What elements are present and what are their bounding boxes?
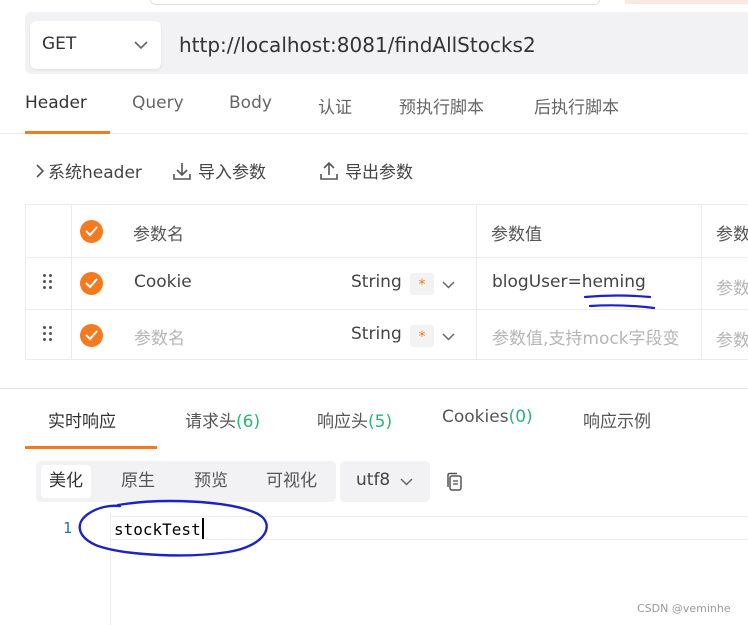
code-text: stockTest [114,520,201,539]
system-header-toggle[interactable]: 系统header [34,158,142,183]
line-number: 1 [63,519,73,537]
encoding-value: utf8 [356,470,391,490]
table-row: Cookie String * blogUser=heming 参数 [26,257,748,309]
current-line-highlight [111,516,748,540]
check-icon [85,278,98,289]
chevron-down-icon[interactable] [442,281,455,289]
cookies-count: (0) [508,407,533,427]
chevron-right-icon [36,163,45,178]
import-params-label: 导入参数 [198,163,266,183]
active-tab-indicator [25,131,110,134]
line-number-gutter: 1 [25,513,111,625]
tab-auth[interactable]: 认证 [318,93,352,118]
watermark: CSDN @veminhe [637,602,731,615]
tab-body[interactable]: Body [229,93,272,113]
select-all-checkbox[interactable] [80,220,103,243]
chevron-down-icon [134,41,148,50]
table-row: 参数名 String * 参数值,支持mock字段变 参数 [26,309,748,361]
table-header-row: 参数名 参数值 参数 [26,205,748,257]
row-enabled-checkbox[interactable] [80,272,103,295]
tab-header[interactable]: Header [25,93,87,113]
active-tab-indicator [25,446,157,449]
header-params-table: 参数名 参数值 参数 Cookie String * blogUser=hemi… [25,204,748,360]
required-marker[interactable]: * [410,273,434,295]
param-value-input[interactable]: blogUser=heming [492,272,646,292]
tab-request-headers[interactable]: 请求头(6) [185,407,260,432]
response-headers-count: (5) [368,412,393,432]
section-divider [0,388,748,389]
format-pretty-button[interactable]: 美化 [41,465,91,498]
method-value: GET [42,34,77,54]
param-value-input[interactable]: 参数值,支持mock字段变 [492,324,680,349]
chevron-down-icon[interactable] [442,333,455,341]
tab-response-headers-label: 响应头 [317,412,368,432]
upload-icon [320,161,338,180]
col-header-value: 参数值 [491,225,542,245]
required-marker[interactable]: * [410,325,434,347]
download-icon [173,162,191,180]
text-caret [201,518,204,539]
tab-request-headers-label: 请求头 [185,412,236,432]
encoding-select[interactable]: utf8 [340,461,430,502]
export-params-label: 导出参数 [345,163,413,183]
system-header-label: 系统header [48,163,142,183]
param-type-select[interactable]: String [351,324,402,344]
chevron-down-icon [400,478,413,486]
top-panel-edge [150,0,600,5]
method-select[interactable]: GET [30,21,161,69]
url-input[interactable]: http://localhost:8081/findAllStocks2 [179,33,536,57]
copy-icon[interactable] [445,472,465,492]
param-extra-input[interactable]: 参数 [716,274,748,299]
tab-cookies[interactable]: Cookies(0) [442,407,533,427]
tab-query[interactable]: Query [132,93,184,113]
param-extra-input[interactable]: 参数 [716,326,748,351]
format-raw-button[interactable]: 原生 [113,465,163,498]
tab-pre-script[interactable]: 预执行脚本 [399,93,484,118]
check-icon [85,330,98,341]
col-header-name: 参数名 [133,225,184,245]
tab-realtime-response[interactable]: 实时响应 [48,407,116,432]
request-tabs: Header Query Body 认证 预执行脚本 后执行脚本 [0,88,748,134]
param-type-select[interactable]: String [351,272,402,292]
param-name-input[interactable]: Cookie [134,272,192,292]
top-highlight-edge [625,0,748,4]
import-params-button[interactable]: 导入参数 [172,158,266,183]
code-line: stockTest [114,518,204,539]
export-params-button[interactable]: 导出参数 [319,158,413,183]
drag-handle-icon[interactable] [42,326,54,342]
col-header-extra: 参数 [716,225,748,245]
drag-handle-icon[interactable] [42,274,54,290]
request-headers-count: (6) [236,412,261,432]
format-visualize-button[interactable]: 可视化 [258,465,325,498]
format-preview-button[interactable]: 预览 [186,465,236,498]
param-name-input[interactable]: 参数名 [134,324,185,349]
response-tabs: 实时响应 请求头(6) 响应头(5) Cookies(0) 响应示例 [0,394,748,449]
row-enabled-checkbox[interactable] [80,324,103,347]
tab-response-headers[interactable]: 响应头(5) [317,407,392,432]
tab-cookies-label: Cookies [442,407,509,427]
format-toggle-group: 美化 原生 预览 可视化 [36,461,336,502]
tab-post-script[interactable]: 后执行脚本 [534,93,619,118]
check-icon [85,226,98,237]
tab-response-example[interactable]: 响应示例 [583,407,651,432]
